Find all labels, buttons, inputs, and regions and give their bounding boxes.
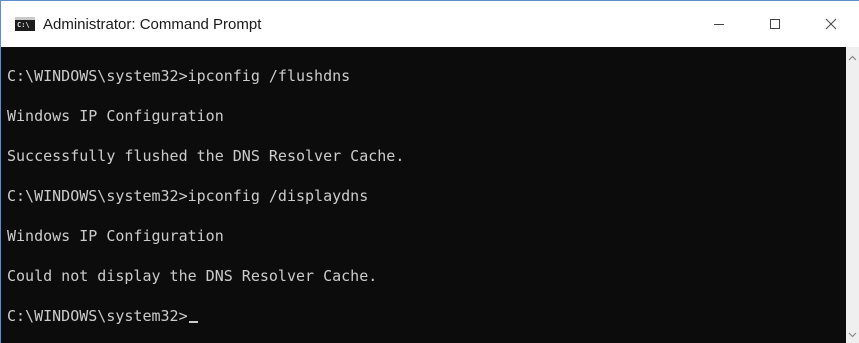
console-line: Successfully flushed the DNS Resolver Ca…: [7, 147, 405, 165]
text-cursor: [188, 321, 198, 323]
command-prompt-window: C:\ Administrator: Command Prompt C:\WIN…: [0, 0, 859, 343]
minimize-button[interactable]: [691, 1, 747, 47]
close-icon: [825, 18, 837, 30]
minimize-icon: [714, 24, 724, 25]
prompt-text: C:\WINDOWS\system32>: [7, 307, 188, 325]
close-button[interactable]: [803, 1, 859, 47]
scroll-up-arrow-icon: [848, 55, 857, 61]
window-controls: [691, 1, 859, 47]
scroll-down-arrow-icon: [848, 332, 857, 338]
console-line: Windows IP Configuration: [7, 107, 224, 125]
title-bar[interactable]: C:\ Administrator: Command Prompt: [1, 1, 859, 47]
scroll-down-button[interactable]: [846, 328, 859, 342]
console-prompt-line[interactable]: C:\WINDOWS\system32>: [7, 307, 198, 325]
maximize-icon: [770, 19, 780, 29]
console-app-icon[interactable]: C:\: [15, 17, 35, 31]
console-line: C:\WINDOWS\system32>ipconfig /displaydns: [7, 187, 369, 205]
console-line: Could not display the DNS Resolver Cache…: [7, 267, 378, 285]
console-line: Windows IP Configuration: [7, 227, 224, 245]
console-line: C:\WINDOWS\system32>ipconfig /flushdns: [7, 67, 351, 85]
maximize-button[interactable]: [747, 1, 803, 47]
vertical-scrollbar[interactable]: [846, 47, 859, 343]
scroll-up-button[interactable]: [846, 51, 859, 65]
window-title: Administrator: Command Prompt: [43, 15, 262, 33]
console-output[interactable]: C:\WINDOWS\system32>ipconfig /flushdns W…: [1, 47, 847, 343]
console-app-icon-glyph: C:\: [17, 21, 30, 29]
